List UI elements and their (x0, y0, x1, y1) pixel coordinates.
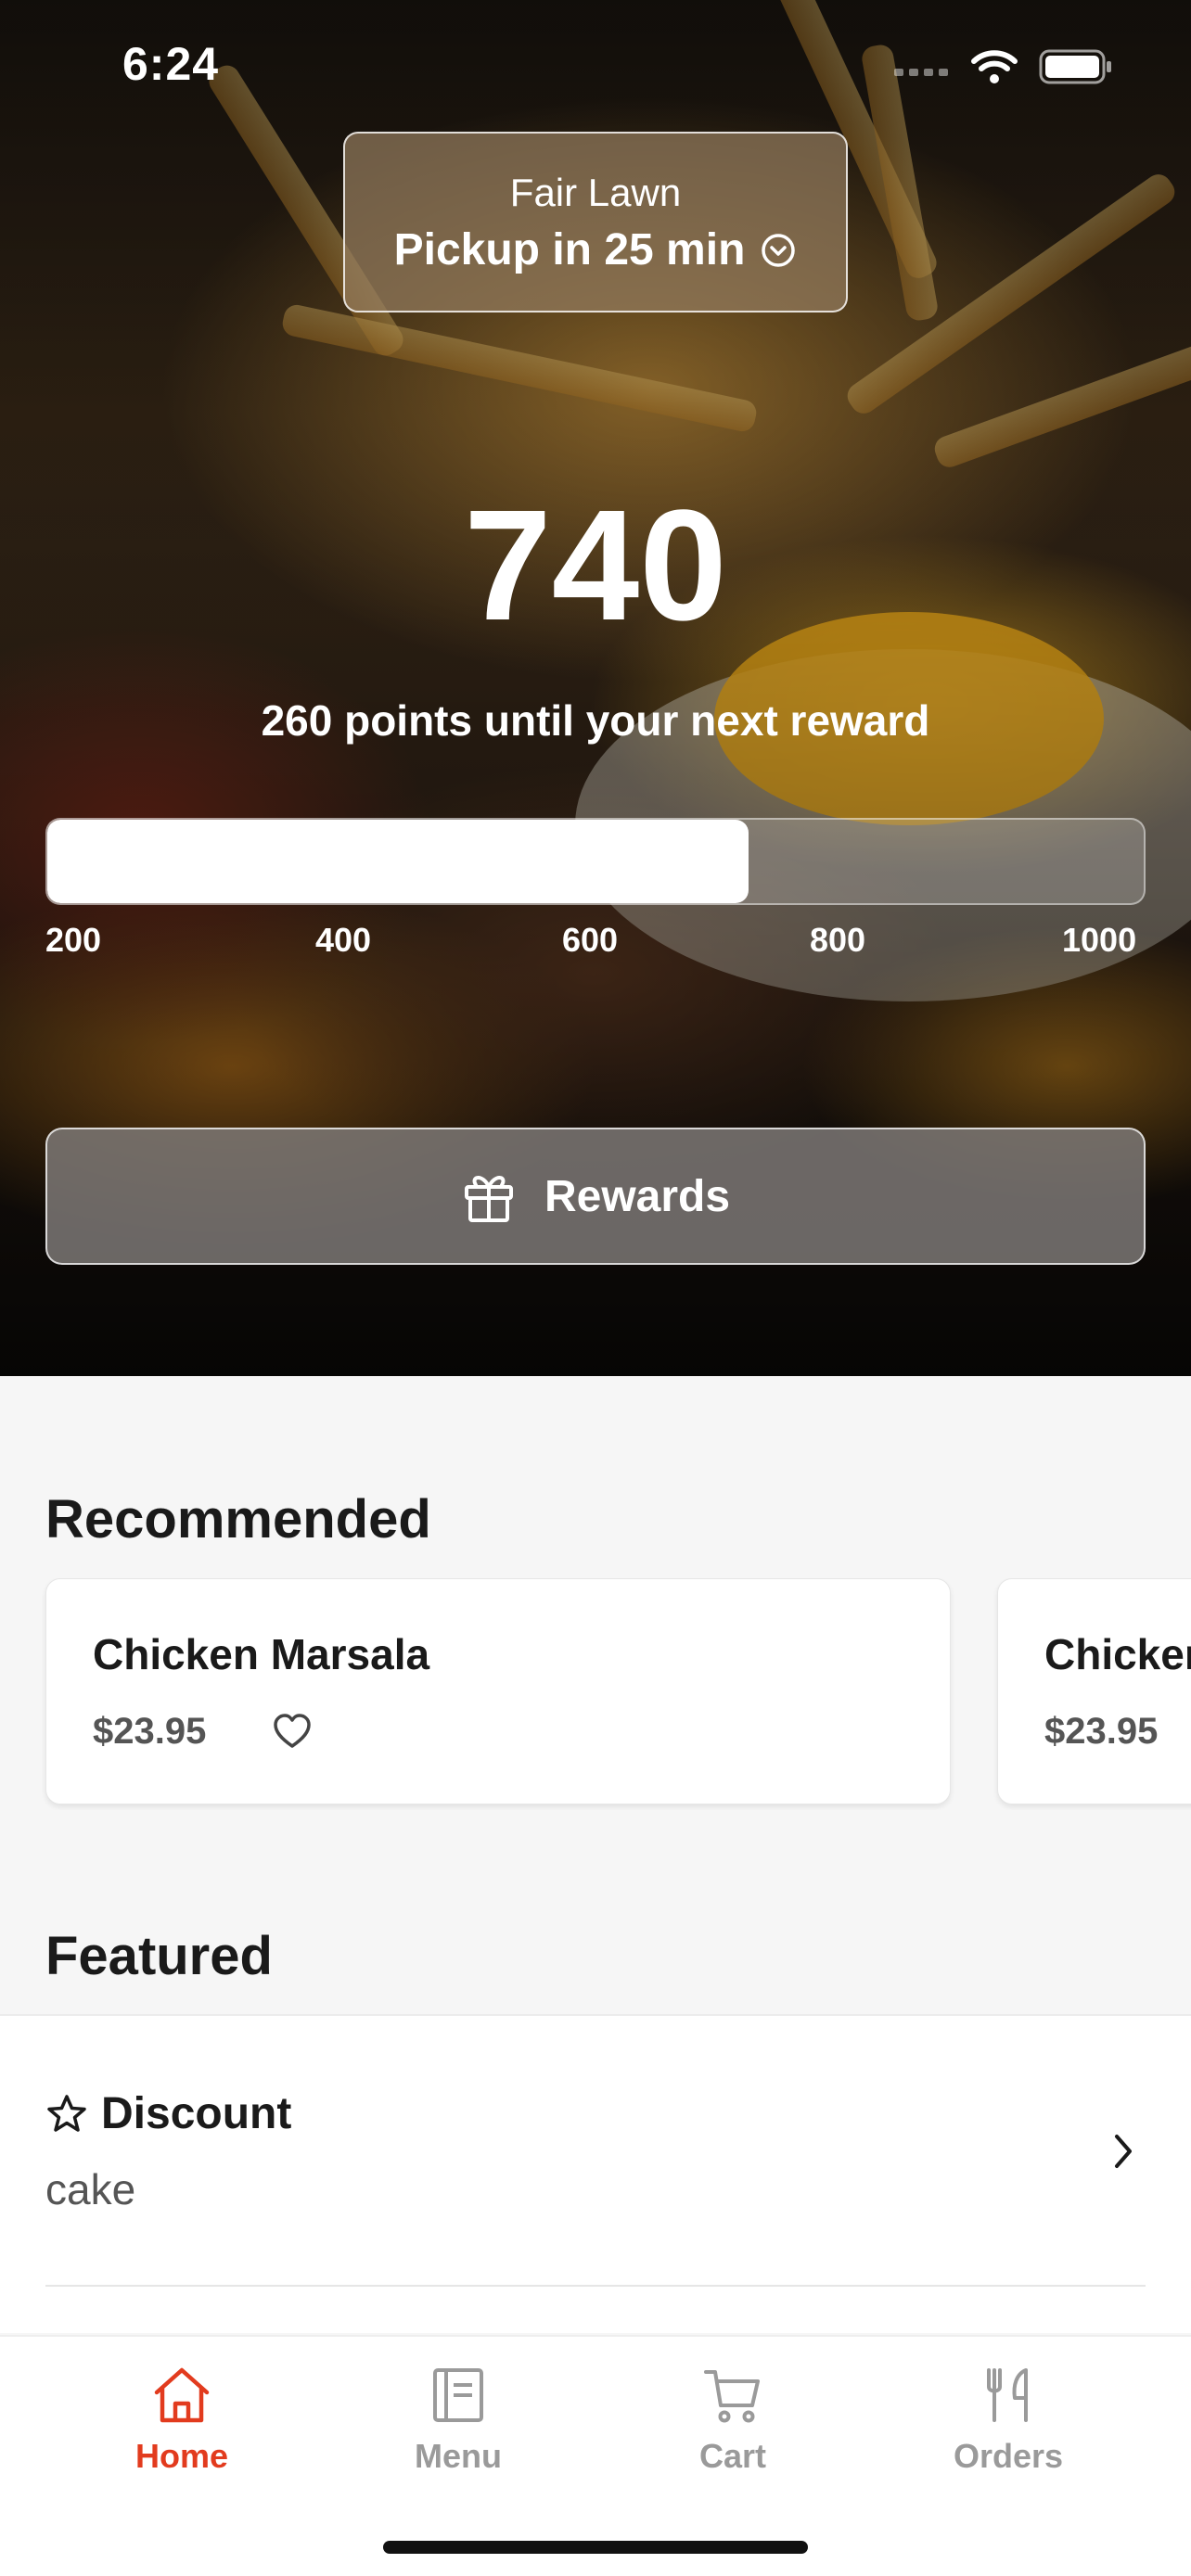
home-indicator (383, 2541, 808, 2554)
rewards-button[interactable]: Rewards (45, 1128, 1146, 1265)
featured-item-title: Discount (45, 2088, 291, 2139)
tick-label: 1000 (1062, 921, 1137, 959)
tab-menu[interactable]: Menu (365, 2365, 551, 2476)
wifi-icon (971, 50, 1018, 83)
featured-item-subtitle: cake (45, 2165, 136, 2213)
featured-list: Discount cake (0, 2014, 1191, 2333)
tick-label: 200 (45, 921, 102, 959)
status-icons (894, 48, 1113, 85)
tick-label: 800 (810, 921, 866, 959)
points-progress-fill (47, 820, 749, 903)
chevron-right-icon (1115, 2135, 1132, 2168)
star-icon (47, 2094, 86, 2132)
recommended-carousel[interactable]: Chicken Marsala $23.95 Chicken Marsala $… (0, 1578, 1191, 1810)
divider (45, 2285, 1146, 2287)
recommended-card[interactable]: Chicken Marsala $23.95 (997, 1578, 1191, 1804)
cart-icon (704, 2370, 760, 2423)
gift-icon (464, 1176, 513, 1222)
tab-label: Home (134, 2437, 229, 2475)
location-selector[interactable]: Fair Lawn Pickup in 25 min (343, 132, 848, 312)
recommended-card[interactable]: Chicken Marsala $23.95 (45, 1578, 951, 1804)
item-name: Chicken Marsala (1044, 1630, 1191, 1678)
points-balance: 740 (464, 478, 727, 654)
cellular-signal-icon (894, 69, 948, 76)
tick-label: 600 (562, 921, 619, 959)
heart-icon[interactable] (271, 1711, 314, 1753)
pickup-time: Pickup in 25 min (345, 224, 846, 275)
item-name: Chicken Marsala (93, 1630, 430, 1678)
points-progress-bar (45, 818, 1146, 905)
status-time: 6:24 (122, 38, 220, 90)
orders-icon (987, 2368, 1028, 2422)
featured-item[interactable]: Discount cake (0, 2016, 1191, 2287)
points-until-reward: 260 points until your next reward (261, 696, 930, 745)
tab-cart[interactable]: Cart (640, 2365, 826, 2476)
tick-label: 400 (315, 921, 372, 959)
recommended-title: Recommended (45, 1489, 431, 1549)
featured-item-label: Discount (101, 2089, 292, 2138)
home-icon (154, 2367, 210, 2423)
location-name: Fair Lawn (509, 171, 682, 214)
menu-icon (433, 2368, 483, 2422)
featured-title: Featured (45, 1926, 273, 1986)
tab-label: Cart (698, 2437, 767, 2475)
tab-home[interactable]: Home (89, 2365, 275, 2476)
tab-bar: Home Menu Cart Orders (0, 2335, 1191, 2576)
rewards-label: Rewards (544, 1171, 731, 1221)
battery-icon (1039, 49, 1111, 84)
chevron-down-circle-icon (762, 233, 796, 267)
progress-tick-labels: 200 400 600 800 1000 (0, 921, 1191, 962)
tab-label: Orders (953, 2437, 1064, 2475)
item-price: $23.95 (93, 1711, 207, 1752)
tab-label: Menu (415, 2437, 502, 2475)
status-bar: 6:24 (0, 0, 1191, 130)
tab-orders[interactable]: Orders (916, 2365, 1101, 2476)
pickup-label: Pickup in 25 min (393, 225, 746, 274)
item-price: $23.95 (1044, 1711, 1159, 1752)
